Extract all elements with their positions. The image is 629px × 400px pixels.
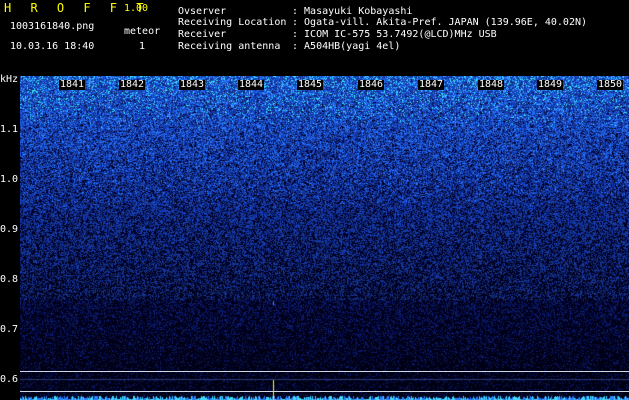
header-panel: H R O F F T 1.00 1003161840.png meteor 1…	[0, 0, 629, 72]
y-tick-label: 0.7	[0, 324, 19, 335]
spectrogram-image	[20, 76, 629, 400]
x-tick-label: 1842	[119, 79, 146, 90]
y-tick-label: 1.1	[0, 124, 19, 135]
y-axis-unit: kHz	[0, 74, 19, 85]
x-tick-label: 1844	[238, 79, 265, 90]
x-tick-label: 1846	[358, 79, 385, 90]
reference-line	[20, 391, 629, 392]
meteor-label: meteor	[124, 26, 161, 37]
date-time: 10.03.16 18:40	[10, 41, 95, 52]
app-version: 1.00	[124, 3, 149, 14]
receiver-value: : ICOM IC-575 53.7492(@LCD)MHz USB	[292, 29, 497, 40]
x-tick-label: 1843	[179, 79, 206, 90]
antenna-value: : A504HB(yagi 4el)	[292, 41, 401, 52]
spectrogram-area	[20, 76, 629, 400]
x-tick-label: 1849	[537, 79, 564, 90]
receiver-label: Receiver	[178, 29, 227, 40]
antenna-label: Receiving antenna	[178, 41, 281, 52]
reference-line	[20, 371, 629, 372]
y-tick-label: 0.6	[0, 374, 19, 385]
location-label: Receiving Location	[178, 17, 287, 28]
y-tick-label: 1.0	[0, 174, 19, 185]
y-tick-label: 0.8	[0, 274, 19, 285]
x-tick-label: 1850	[597, 79, 624, 90]
meteor-count: 1	[139, 41, 146, 52]
x-tick-label: 1841	[59, 79, 86, 90]
x-tick-label: 1847	[418, 79, 445, 90]
file-name: 1003161840.png	[10, 21, 95, 32]
x-tick-label: 1845	[297, 79, 324, 90]
location-value: : Ogata-vill. Akita-Pref. JAPAN (139.96E…	[292, 17, 588, 28]
x-tick-label: 1848	[478, 79, 505, 90]
y-tick-label: 0.9	[0, 224, 19, 235]
